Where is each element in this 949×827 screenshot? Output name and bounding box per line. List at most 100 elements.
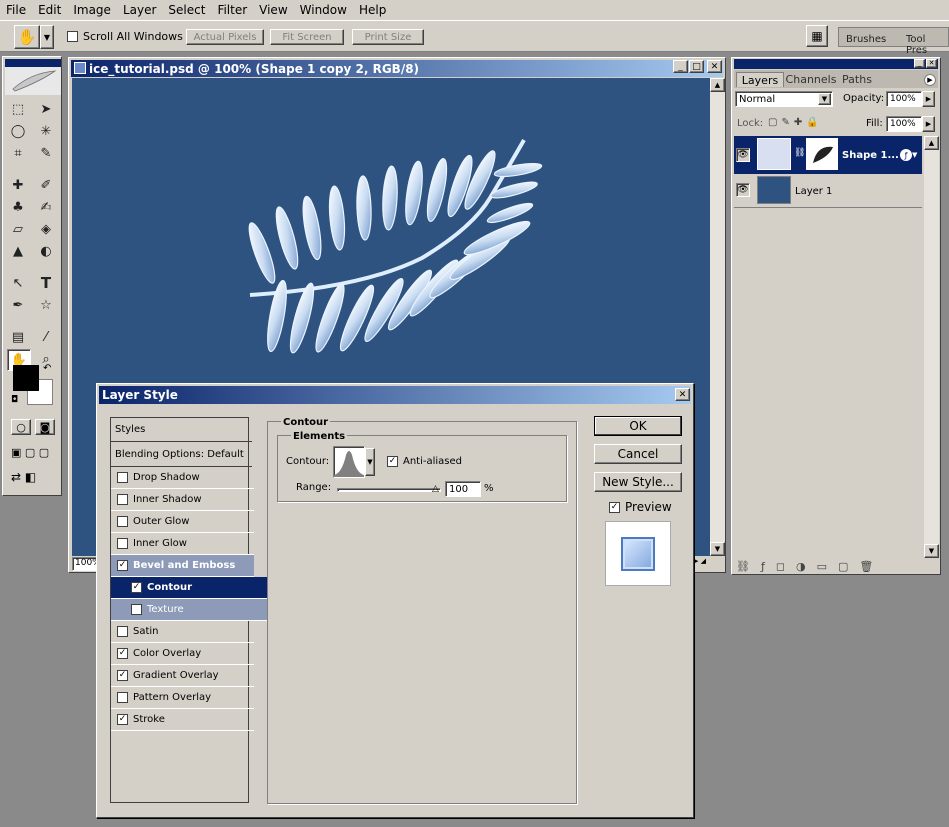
fill-input[interactable]: 100% (886, 116, 922, 132)
close-button[interactable]: ✕ (707, 60, 722, 73)
swap-colors-icon[interactable]: ↶ (43, 363, 51, 374)
scroll-all-checkbox[interactable] (67, 31, 78, 42)
anti-aliased-checkbox[interactable]: ✓ (387, 456, 398, 467)
marquee-tool-icon[interactable]: ⬚ (7, 99, 29, 119)
layers-scroll-up-icon[interactable]: ▲ (924, 136, 939, 150)
styles-header[interactable]: Styles (111, 418, 252, 442)
brush-tool-icon[interactable]: ✐ (35, 175, 57, 195)
contour-preview-picker[interactable] (333, 446, 365, 478)
eyedropper-tool-icon[interactable]: ⁄ (35, 327, 57, 347)
menu-file[interactable]: File (0, 3, 32, 17)
layers-scroll-down-icon[interactable]: ▼ (924, 544, 939, 558)
menu-select[interactable]: Select (162, 3, 211, 17)
panel-minimize-button[interactable]: _ (914, 59, 925, 68)
jump-to-imageready-icon[interactable]: ⇄ ◧ (11, 470, 36, 484)
pen-tool-icon[interactable]: ✒ (7, 295, 29, 315)
texture-checkbox[interactable] (131, 604, 142, 615)
menu-filter[interactable]: Filter (211, 3, 253, 17)
color-overlay-checkbox[interactable]: ✓ (117, 648, 128, 659)
ok-button[interactable]: OK (594, 416, 682, 436)
inner-glow-checkbox[interactable] (117, 538, 128, 549)
layers-scrollbar[interactable] (924, 136, 939, 558)
fit-screen-button[interactable]: Fit Screen (270, 29, 344, 45)
type-tool-icon[interactable]: T (35, 273, 57, 293)
notes-tool-icon[interactable]: ▤ (7, 327, 29, 347)
vertical-scrollbar[interactable] (710, 78, 725, 556)
style-item-color-overlay[interactable]: ✓ Color Overlay (111, 643, 254, 665)
screen-mode-icons[interactable]: ▣ ▢ ▢ (11, 446, 49, 459)
cancel-button[interactable]: Cancel (594, 444, 682, 464)
print-size-button[interactable]: Print Size (352, 29, 424, 45)
style-item-satin[interactable]: Satin (111, 621, 254, 643)
default-colors-icon[interactable]: ◘ (11, 395, 18, 405)
visibility-eye-icon[interactable]: 👁 (736, 183, 750, 197)
blending-options-item[interactable]: Blending Options: Default (111, 442, 252, 467)
lasso-tool-icon[interactable]: ◯ (7, 121, 29, 141)
eraser-tool-icon[interactable]: ▱ (7, 219, 29, 239)
custom-shape-tool-icon[interactable]: ☆ (35, 295, 57, 315)
actual-pixels-button[interactable]: Actual Pixels (186, 29, 264, 45)
scroll-down-arrow-icon[interactable]: ▼ (710, 542, 725, 556)
tool-presets-tab[interactable]: Tool Pres (906, 34, 949, 56)
menu-edit[interactable]: Edit (32, 3, 67, 17)
fill-slider-arrow-icon[interactable]: ▶ (922, 116, 935, 132)
clone-stamp-tool-icon[interactable]: ♣ (7, 197, 29, 217)
pattern-overlay-checkbox[interactable] (117, 692, 128, 703)
history-brush-tool-icon[interactable]: ✍ (35, 197, 57, 217)
menu-image[interactable]: Image (67, 3, 117, 17)
inner-shadow-checkbox[interactable] (117, 494, 128, 505)
tab-channels[interactable]: Channels (786, 72, 837, 87)
style-item-texture[interactable]: Texture (111, 599, 268, 621)
style-item-inner-glow[interactable]: Inner Glow (111, 533, 254, 555)
scroll-right-arrow-icon[interactable]: ▶ ◢ (693, 557, 723, 571)
expand-effects-icon[interactable]: ▼ (912, 151, 917, 159)
magic-wand-tool-icon[interactable]: ✳ (35, 121, 57, 141)
preset-dropdown-arrow-icon[interactable]: ▼ (40, 25, 54, 49)
maximize-button[interactable]: □ (689, 60, 704, 73)
healing-brush-tool-icon[interactable]: ✚ (7, 175, 29, 195)
tab-paths[interactable]: Paths (838, 72, 876, 87)
menu-window[interactable]: Window (294, 3, 353, 17)
range-slider-thumb-icon[interactable]: △ (432, 484, 439, 494)
panel-menu-icon[interactable]: ▶ (924, 74, 936, 86)
style-item-outer-glow[interactable]: Outer Glow (111, 511, 254, 533)
gradient-overlay-checkbox[interactable]: ✓ (117, 670, 128, 681)
style-item-bevel-and-emboss[interactable]: ✓ Bevel and Emboss (111, 555, 254, 577)
preview-checkbox[interactable]: ✓ (609, 501, 620, 513)
style-item-inner-shadow[interactable]: Inner Shadow (111, 489, 254, 511)
range-slider-track[interactable] (337, 488, 441, 492)
satin-checkbox[interactable] (117, 626, 128, 637)
style-item-stroke[interactable]: ✓ Stroke (111, 709, 254, 731)
contour-checkbox[interactable]: ✓ (131, 582, 142, 593)
hand-tool-preset-icon[interactable]: ✋ (14, 25, 40, 49)
standard-mode-icon[interactable]: ○ (11, 419, 31, 435)
menu-layer[interactable]: Layer (117, 3, 162, 17)
new-style-button[interactable]: New Style... (594, 472, 682, 492)
lock-icons[interactable]: ▢✎✚🔒 (768, 117, 823, 128)
brushes-tab[interactable]: Brushes (846, 34, 886, 45)
menu-help[interactable]: Help (353, 3, 392, 17)
move-tool-icon[interactable]: ➤ (35, 99, 57, 119)
style-item-drop-shadow[interactable]: Drop Shadow (111, 467, 254, 489)
quick-mask-mode-icon[interactable]: ◙ (35, 419, 55, 435)
drop-shadow-checkbox[interactable] (117, 472, 128, 483)
style-item-gradient-overlay[interactable]: ✓ Gradient Overlay (111, 665, 254, 687)
dialog-close-button[interactable]: ✕ (675, 388, 690, 401)
layer-effects-icon[interactable]: ƒ (900, 149, 912, 161)
style-item-pattern-overlay[interactable]: Pattern Overlay (111, 687, 254, 709)
bevel-and-emboss-checkbox[interactable]: ✓ (117, 560, 128, 571)
path-selection-tool-icon[interactable]: ↖ (7, 273, 29, 293)
stroke-checkbox[interactable]: ✓ (117, 714, 128, 725)
dodge-tool-icon[interactable]: ◐ (35, 241, 57, 261)
slice-tool-icon[interactable]: ✎ (35, 143, 57, 163)
panel-close-button[interactable]: ✕ (926, 59, 937, 68)
minimize-button[interactable]: _ (673, 60, 688, 73)
palette-well-icon[interactable]: ▦ (806, 25, 828, 47)
tab-layers[interactable]: Layers (736, 72, 784, 87)
scroll-up-arrow-icon[interactable]: ▲ (710, 78, 725, 92)
paint-bucket-tool-icon[interactable]: ◈ (35, 219, 57, 239)
menu-view[interactable]: View (253, 3, 293, 17)
contour-dropdown-icon[interactable]: ▼ (365, 448, 375, 476)
outer-glow-checkbox[interactable] (117, 516, 128, 527)
style-item-contour[interactable]: ✓ Contour (111, 577, 268, 599)
